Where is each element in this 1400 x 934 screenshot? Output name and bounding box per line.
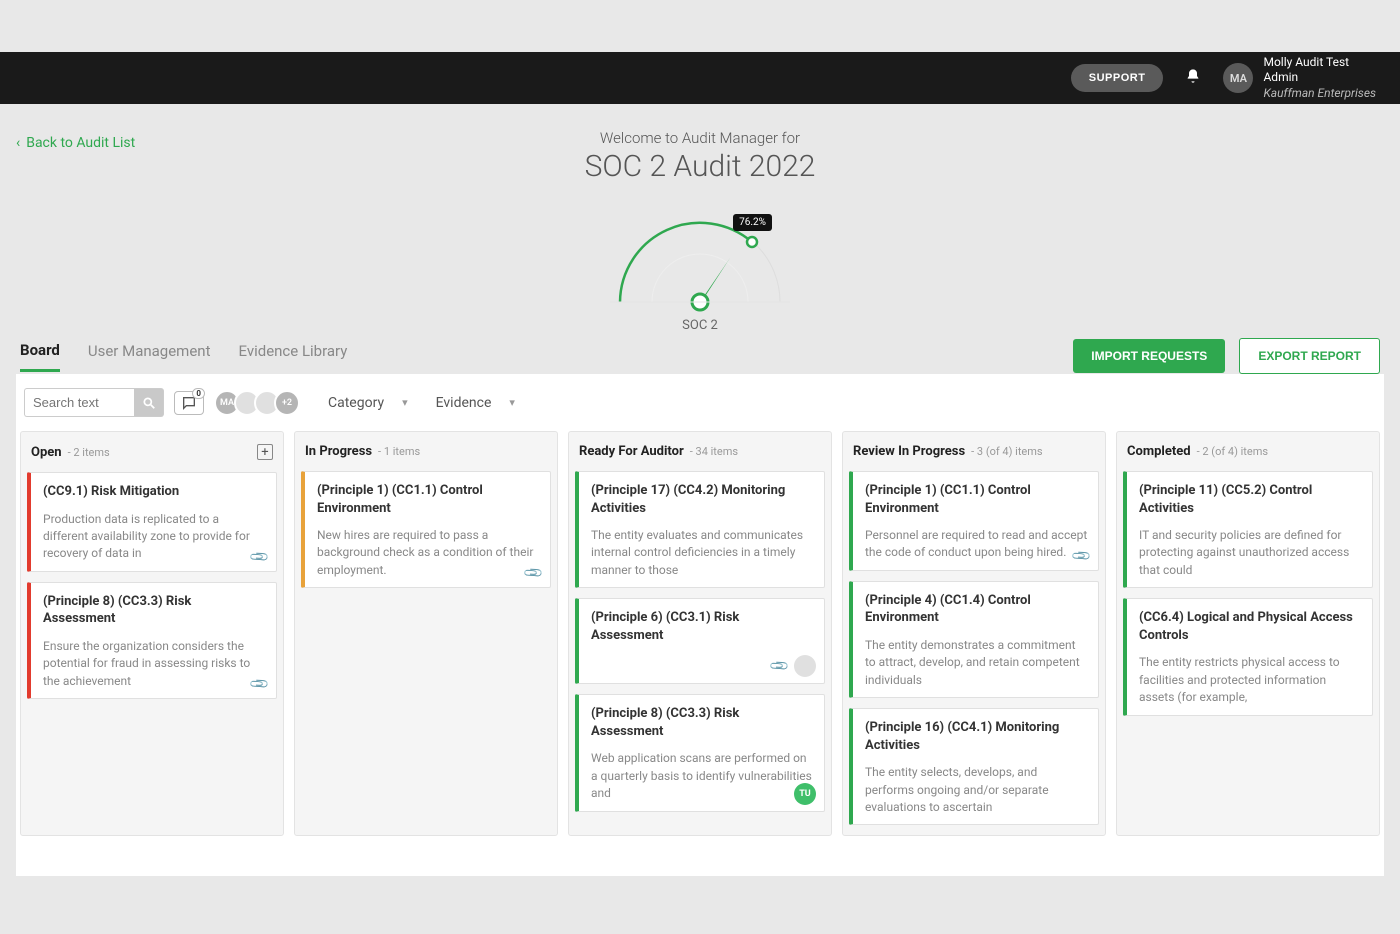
chevron-left-icon: ‹ (16, 135, 20, 151)
card-description: The entity demonstrates a commitment to … (865, 637, 1088, 689)
card-title: (Principle 8) (CC3.3) Risk Assessment (43, 593, 266, 628)
evidence-filter[interactable]: Evidence ▾ (436, 395, 515, 411)
notifications-icon[interactable] (1185, 68, 1201, 88)
kanban-column: In Progress - 1 items (Principle 1) (CC1.1… (294, 431, 558, 836)
audit-card[interactable]: (Principle 16) (CC4.1) Monitoring Activi… (849, 708, 1099, 825)
card-title: (Principle 6) (CC3.1) Risk Assessment (591, 609, 814, 644)
support-button[interactable]: SUPPORT (1071, 64, 1164, 92)
kanban-column: Review In Progress - 3 (of 4) items (Princ… (842, 431, 1106, 836)
comments-button[interactable]: 0 (174, 391, 204, 415)
avatar-more-chip[interactable]: +2 (274, 390, 300, 416)
kanban-columns: Open - 2 items + (CC9.1) Risk Mitigation Pro… (20, 427, 1380, 876)
tab-user-management[interactable]: User Management (88, 342, 211, 370)
column-count: - 2 items (68, 446, 110, 459)
gauge-framework-label: SOC 2 (600, 318, 800, 333)
attachment-icon: 📎 (1071, 545, 1093, 567)
audit-card[interactable]: (Principle 4) (CC1.4) Control Environmen… (849, 581, 1099, 698)
card-title: (Principle 1) (CC1.1) Control Environmen… (317, 482, 540, 517)
card-description: The entity selects, develops, and perfor… (865, 764, 1088, 816)
card-title: (Principle 4) (CC1.4) Control Environmen… (865, 592, 1088, 627)
column-count: - 2 (of 4) items (1197, 445, 1268, 458)
column-count: - 3 (of 4) items (971, 445, 1042, 458)
column-title: Completed (1127, 444, 1191, 459)
card-description: Production data is replicated to a diffe… (43, 511, 266, 563)
column-title: Review In Progress (853, 444, 965, 459)
audit-card[interactable]: (Principle 11) (CC5.2) Control Activitie… (1123, 471, 1373, 588)
card-description: Web application scans are performed on a… (591, 750, 814, 802)
audit-card[interactable]: (CC6.4) Logical and Physical Access Cont… (1123, 598, 1373, 715)
import-requests-button[interactable]: IMPORT REQUESTS (1073, 339, 1225, 373)
card-title: (Principle 8) (CC3.3) Risk Assessment (591, 705, 814, 740)
column-count: - 34 items (690, 445, 738, 458)
card-title: (CC6.4) Logical and Physical Access Cont… (1139, 609, 1362, 644)
card-description: Ensure the organization considers the po… (43, 638, 266, 690)
category-filter[interactable]: Category ▾ (328, 395, 408, 411)
welcome-subtitle: Welcome to Audit Manager for (16, 129, 1384, 147)
assignee-avatar (794, 655, 816, 677)
back-link-label: Back to Audit List (26, 135, 135, 151)
column-title: Ready For Auditor (579, 444, 684, 459)
assignee-filter-avatars[interactable]: MA +2 (214, 390, 300, 416)
tab-bar: Board User Management Evidence Library I… (16, 338, 1384, 374)
audit-card[interactable]: (Principle 17) (CC4.2) Monitoring Activi… (575, 471, 825, 588)
card-description: IT and security policies are defined for… (1139, 527, 1362, 579)
tab-board[interactable]: Board (20, 341, 60, 372)
chevron-down-icon: ▾ (402, 396, 408, 409)
board-toolbar: 0 MA +2 Category ▾ Evidence ▾ (20, 388, 1380, 427)
card-description: Personnel are required to read and accep… (865, 527, 1088, 562)
card-description: The entity evaluates and communicates in… (591, 527, 814, 579)
user-info[interactable]: Molly Audit Test Admin Kauffman Enterpri… (1263, 55, 1376, 102)
audit-card[interactable]: (Principle 6) (CC3.1) Risk Assessment 📎 (575, 598, 825, 684)
assignee-avatar: TU (794, 783, 816, 805)
user-org: Kauffman Enterprises (1263, 86, 1376, 102)
search-button[interactable] (134, 388, 164, 417)
card-title: (Principle 16) (CC4.1) Monitoring Activi… (865, 719, 1088, 754)
filter-label: Evidence (436, 395, 492, 411)
kanban-column: Ready For Auditor - 34 items (Principle 17… (568, 431, 832, 836)
card-title: (Principle 11) (CC5.2) Control Activitie… (1139, 482, 1362, 517)
attachment-icon: 📎 (249, 673, 271, 695)
top-navbar: SUPPORT MA Molly Audit Test Admin Kauffm… (0, 52, 1400, 104)
column-title: Open (31, 445, 62, 460)
back-to-audit-list-link[interactable]: ‹ Back to Audit List (16, 135, 135, 151)
card-title: (CC9.1) Risk Mitigation (43, 483, 266, 501)
welcome-header: Welcome to Audit Manager for SOC 2 Audit… (16, 129, 1384, 184)
progress-gauge: 76.2% SOC 2 (600, 202, 800, 312)
export-report-button[interactable]: EXPORT REPORT (1239, 338, 1380, 374)
card-title: (Principle 17) (CC4.2) Monitoring Activi… (591, 482, 814, 517)
audit-card[interactable]: (Principle 1) (CC1.1) Control Environmen… (849, 471, 1099, 571)
welcome-title: SOC 2 Audit 2022 (16, 149, 1384, 184)
attachment-icon: 📎 (523, 563, 545, 585)
audit-card[interactable]: (Principle 1) (CC1.1) Control Environmen… (301, 471, 551, 588)
user-role: Admin (1263, 70, 1376, 86)
comment-count: 0 (192, 388, 205, 399)
filter-label: Category (328, 395, 384, 411)
column-count: - 1 items (378, 445, 420, 458)
card-title: (Principle 1) (CC1.1) Control Environmen… (865, 482, 1088, 517)
card-description: The entity restricts physical access to … (1139, 654, 1362, 706)
kanban-column: Open - 2 items + (CC9.1) Risk Mitigation Pro… (20, 431, 284, 836)
tab-evidence-library[interactable]: Evidence Library (238, 342, 347, 370)
card-description: New hires are required to pass a backgro… (317, 527, 540, 579)
gauge-percent-badge: 76.2% (733, 214, 772, 231)
user-name: Molly Audit Test (1263, 55, 1376, 71)
audit-card[interactable]: (Principle 8) (CC3.3) Risk Assessment Ens… (27, 582, 277, 699)
kanban-column: Completed - 2 (of 4) items (Principle 11) … (1116, 431, 1380, 836)
chevron-down-icon: ▾ (509, 396, 515, 409)
audit-card[interactable]: (Principle 8) (CC3.3) Risk Assessment Web… (575, 694, 825, 811)
user-avatar[interactable]: MA (1223, 63, 1253, 93)
attachment-icon: 📎 (769, 655, 791, 677)
audit-card[interactable]: (CC9.1) Risk Mitigation Production data i… (27, 472, 277, 572)
column-title: In Progress (305, 444, 372, 459)
search-input[interactable] (24, 388, 134, 417)
add-card-button[interactable]: + (257, 444, 273, 460)
attachment-icon: 📎 (249, 546, 271, 568)
